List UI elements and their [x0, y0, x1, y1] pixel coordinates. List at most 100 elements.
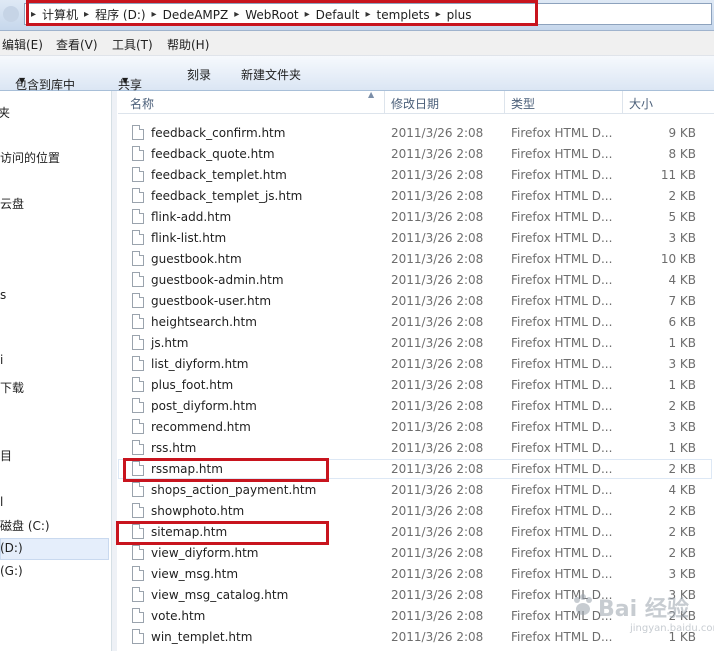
file-type: Firefox HTML D... [511, 336, 613, 350]
watermark-text: Bai 经验 [598, 597, 689, 622]
menu-edit[interactable]: 编辑(E) [2, 36, 43, 53]
menu-help[interactable]: 帮助(H) [167, 36, 209, 53]
file-type: Firefox HTML D... [511, 273, 613, 287]
file-date: 2011/3/26 2:08 [391, 609, 484, 623]
file-type: Firefox HTML D... [511, 525, 613, 539]
nav-item-downloads[interactable]: 下载 [0, 379, 24, 396]
file-date: 2011/3/26 2:08 [391, 252, 484, 266]
file-row[interactable]: shops_action_payment.htm 2011/3/26 2:08 Fi… [118, 480, 714, 501]
nav-item-partial-i[interactable]: i [0, 353, 3, 367]
nav-item-favorites[interactable]: 夹 [0, 104, 10, 121]
file-size: 10 KB [660, 252, 696, 266]
file-row[interactable]: js.htm 2011/3/26 2:08 Firefox HTML D... 1 K… [118, 333, 714, 354]
file-row[interactable]: flink-add.htm 2011/3/26 2:08 Firefox HTML … [118, 207, 714, 228]
column-divider[interactable] [504, 91, 505, 113]
document-icon [132, 230, 144, 245]
nav-item-partial-s[interactable]: s [0, 288, 6, 302]
file-name: feedback_confirm.htm [151, 126, 286, 140]
file-row[interactable]: post_diyform.htm 2011/3/26 2:08 Firefox HT… [118, 396, 714, 417]
file-size: 7 KB [668, 294, 696, 308]
file-date: 2011/3/26 2:08 [391, 420, 484, 434]
file-name: view_msg.htm [151, 567, 239, 581]
sitemap-highlight-box [116, 521, 329, 545]
file-name: shops_action_payment.htm [151, 483, 317, 497]
file-type: Firefox HTML D... [511, 126, 613, 140]
file-row[interactable]: heightsearch.htm 2011/3/26 2:08 Firefox HT… [118, 312, 714, 333]
file-date: 2011/3/26 2:08 [391, 546, 484, 560]
nav-item-drive-d[interactable]: (D:) [0, 541, 23, 555]
file-row[interactable]: rss.htm 2011/3/26 2:08 Firefox HTML D... 1 … [118, 438, 714, 459]
file-name: feedback_templet_js.htm [151, 189, 303, 203]
nav-item-drive-c[interactable]: 磁盘 (C:) [0, 517, 50, 534]
file-type: Firefox HTML D... [511, 252, 613, 266]
file-row[interactable]: view_diyform.htm 2011/3/26 2:08 Firefox HT… [118, 543, 714, 564]
nav-item-partial-mu[interactable]: 目 [0, 447, 12, 464]
document-icon [132, 482, 144, 497]
file-type: Firefox HTML D... [511, 357, 613, 371]
file-name: flink-list.htm [151, 231, 227, 245]
document-icon [132, 146, 144, 161]
file-row[interactable]: feedback_confirm.htm 2011/3/26 2:08 Firefo… [118, 123, 714, 144]
file-date: 2011/3/26 2:08 [391, 315, 484, 329]
column-name[interactable]: 名称 [130, 95, 154, 112]
file-row[interactable]: flink-list.htm 2011/3/26 2:08 Firefox HTML… [118, 228, 714, 249]
column-divider[interactable] [384, 91, 385, 113]
file-date: 2011/3/26 2:08 [391, 336, 484, 350]
file-date: 2011/3/26 2:08 [391, 189, 484, 203]
burn-button[interactable]: 刻录 [187, 66, 211, 83]
file-row[interactable]: guestbook.htm 2011/3/26 2:08 Firefox HTML … [118, 249, 714, 270]
document-icon [132, 503, 144, 518]
file-row[interactable]: feedback_templet_js.htm 2011/3/26 2:08 Fir… [118, 186, 714, 207]
file-row[interactable]: guestbook-admin.htm 2011/3/26 2:08 Firefox… [118, 270, 714, 291]
menu-tools[interactable]: 工具(T) [112, 36, 153, 53]
navigation-scrollbar[interactable] [112, 91, 117, 651]
file-row[interactable]: recommend.htm 2011/3/26 2:08 Firefox HTML … [118, 417, 714, 438]
nav-item-recent-places[interactable]: 访问的位置 [0, 149, 60, 166]
file-size: 3 KB [668, 420, 696, 434]
file-size: 3 KB [668, 357, 696, 371]
file-size: 1 KB [668, 441, 696, 455]
file-name: showphoto.htm [151, 504, 245, 518]
file-row[interactable]: showphoto.htm 2011/3/26 2:08 Firefox HTML … [118, 501, 714, 522]
document-icon [132, 314, 144, 329]
file-row[interactable]: feedback_templet.htm 2011/3/26 2:08 Firefo… [118, 165, 714, 186]
file-row[interactable]: plus_foot.htm 2011/3/26 2:08 Firefox HTML … [118, 375, 714, 396]
new-folder-button[interactable]: 新建文件夹 [241, 66, 301, 83]
file-type: Firefox HTML D... [511, 567, 613, 581]
column-type[interactable]: 类型 [511, 95, 535, 112]
file-date: 2011/3/26 2:08 [391, 147, 484, 161]
file-date: 2011/3/26 2:08 [391, 462, 484, 476]
document-icon [132, 167, 144, 182]
file-name: heightsearch.htm [151, 315, 257, 329]
document-icon [132, 335, 144, 350]
file-date: 2011/3/26 2:08 [391, 273, 484, 287]
nav-item-partial-l[interactable]: l [0, 495, 3, 509]
rssmap-highlight-box [123, 458, 329, 482]
file-size: 2 KB [668, 525, 696, 539]
document-icon [132, 188, 144, 203]
document-icon [132, 293, 144, 308]
file-size: 4 KB [668, 273, 696, 287]
file-name: guestbook-admin.htm [151, 273, 284, 287]
file-row[interactable]: guestbook-user.htm 2011/3/26 2:08 Firefox … [118, 291, 714, 312]
menu-view[interactable]: 查看(V) [56, 36, 98, 53]
file-size: 2 KB [668, 189, 696, 203]
column-date[interactable]: 修改日期 [391, 95, 439, 112]
file-name: guestbook.htm [151, 252, 242, 266]
column-header-row: ▲ 名称 修改日期 类型 大小 [118, 90, 714, 114]
file-size: 8 KB [668, 147, 696, 161]
file-row[interactable]: feedback_quote.htm 2011/3/26 2:08 Firefox … [118, 144, 714, 165]
file-date: 2011/3/26 2:08 [391, 483, 484, 497]
file-row[interactable]: list_diyform.htm 2011/3/26 2:08 Firefox HT… [118, 354, 714, 375]
file-row[interactable]: view_msg.htm 2011/3/26 2:08 Firefox HTML D… [118, 564, 714, 585]
column-size[interactable]: 大小 [629, 95, 653, 112]
file-type: Firefox HTML D... [511, 504, 613, 518]
back-arrow-icon[interactable] [3, 6, 19, 22]
column-divider[interactable] [622, 91, 623, 113]
file-date: 2011/3/26 2:08 [391, 210, 484, 224]
nav-item-drive-g[interactable]: (G:) [0, 564, 23, 578]
file-type: Firefox HTML D... [511, 399, 613, 413]
file-name: list_diyform.htm [151, 357, 249, 371]
nav-item-cloud[interactable]: 云盘 [0, 195, 24, 212]
file-date: 2011/3/26 2:08 [391, 567, 484, 581]
